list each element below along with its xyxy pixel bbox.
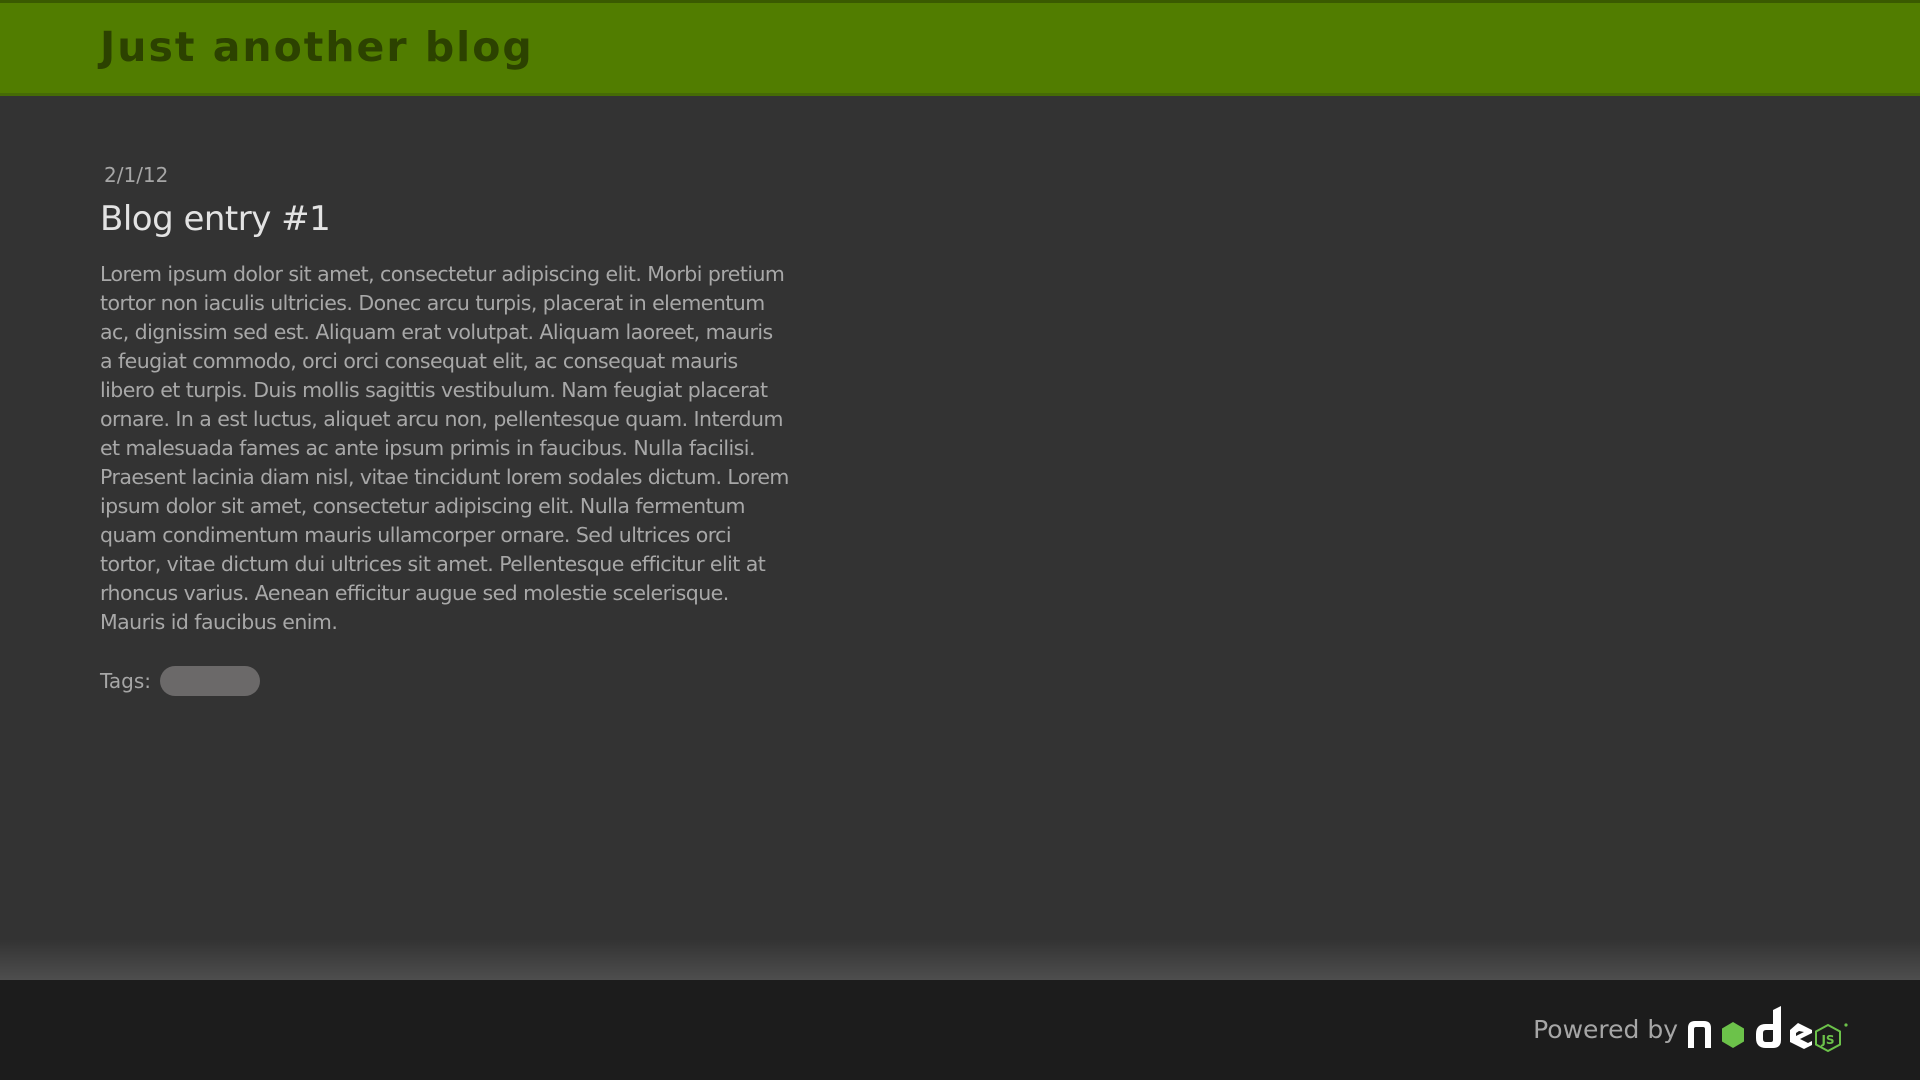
tags-label: Tags:	[100, 669, 152, 693]
logo-letter-n	[1688, 1021, 1711, 1048]
tag-pill[interactable]	[160, 666, 261, 696]
powered-by-label: Powered by	[1533, 1014, 1678, 1044]
logo-hexagon	[1722, 1022, 1744, 1048]
post-tags: Tags:	[100, 666, 261, 696]
page: Just another blog 2/1/12 Blog entry #1 L…	[0, 0, 1920, 1080]
footer-gradient-divider	[0, 940, 1920, 980]
post-title[interactable]: Blog entry #1	[100, 199, 331, 239]
logo-letter-d	[1756, 1006, 1781, 1048]
site-footer: Powered by JS	[0, 980, 1920, 1080]
logo-registered-mark	[1844, 1023, 1848, 1027]
logo-letter-e	[1790, 1023, 1812, 1049]
site-title-link[interactable]: Just another blog	[100, 23, 534, 71]
post-date: 2/1/12	[104, 163, 169, 187]
logo-js-text: JS	[1820, 1033, 1834, 1047]
nodejs-logo-icon[interactable]: JS	[1686, 1004, 1856, 1054]
post-body: Lorem ipsum dolor sit amet, consectetur …	[100, 262, 789, 634]
site-header: Just another blog	[0, 0, 1920, 96]
powered-by: Powered by JS	[1533, 1004, 1856, 1054]
